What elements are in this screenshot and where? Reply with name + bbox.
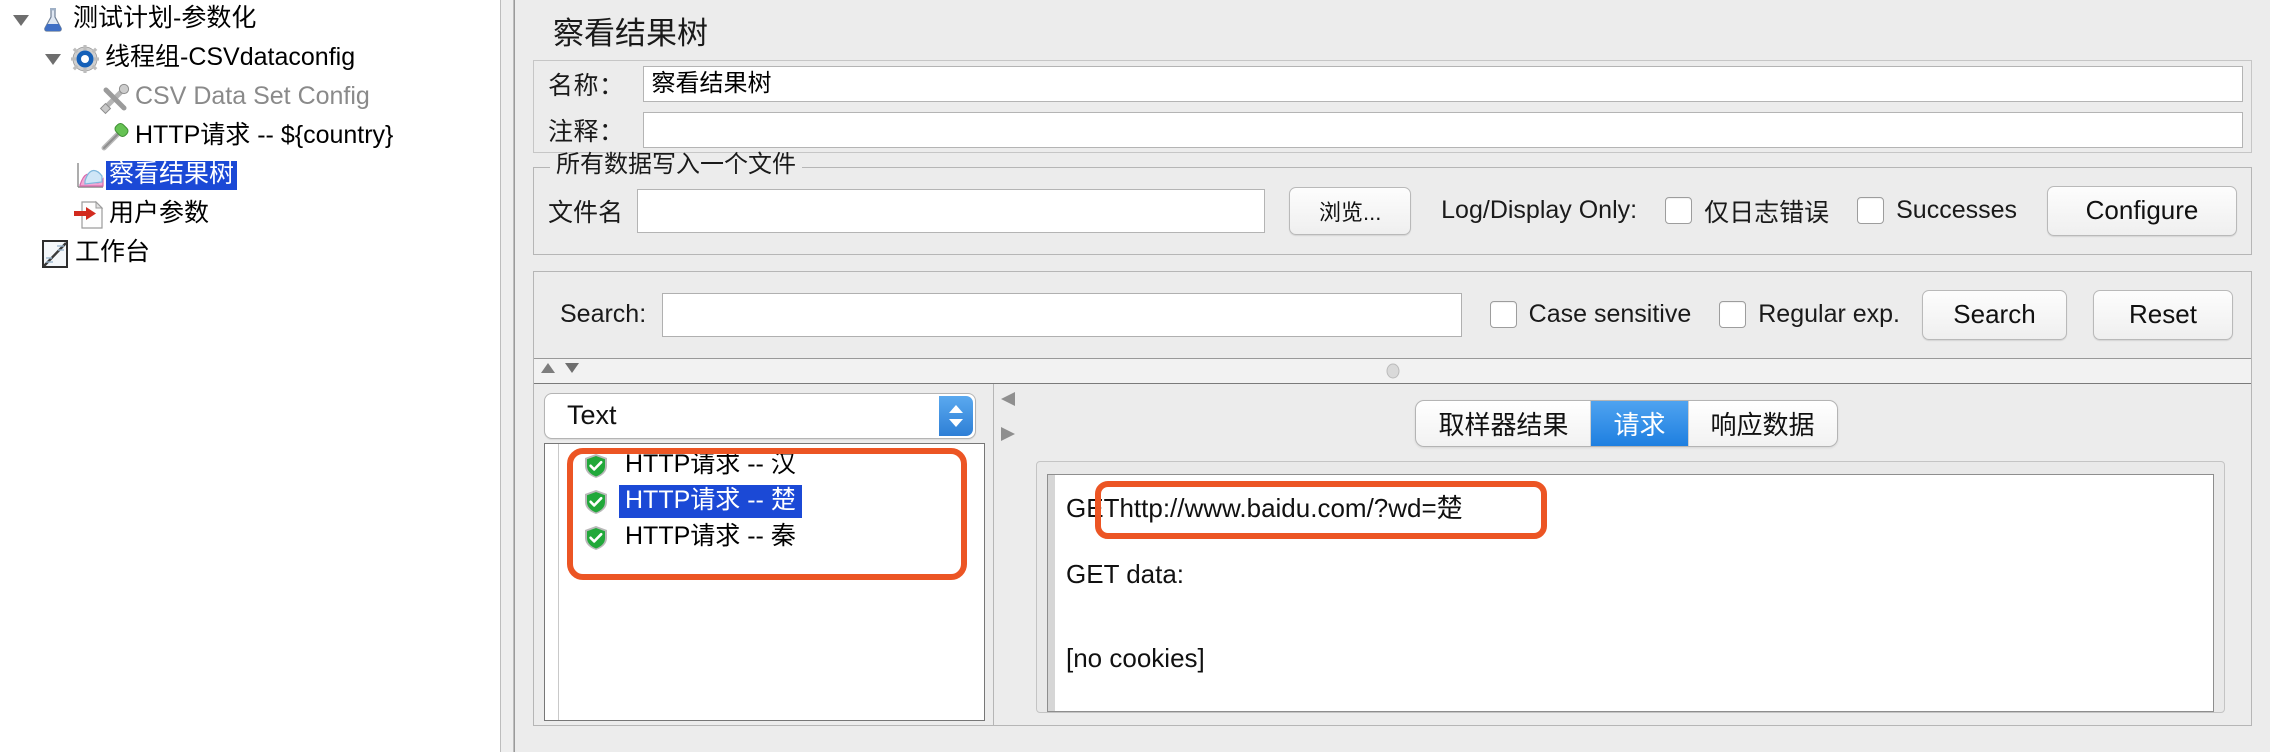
expand-right-icon[interactable] [998,425,1020,448]
comment-label: 注释： [548,117,625,146]
result-row-label: HTTP请求 -- 秦 [625,522,796,551]
result-tree-column: Text HTTP请求 -- 汉 HTTP请求 -- 楚 HTTP请求 -- 秦 [534,383,994,725]
renderer-combo-row: Text [538,389,993,443]
log-display-only-label: Log/Display Only: [1441,196,1638,225]
tab-sampler-result[interactable]: 取样器结果 [1416,400,1592,446]
collapse-left-icon[interactable] [998,390,1020,413]
checkbox-box[interactable] [1719,301,1747,329]
tree-item-label: 工作台 [75,238,151,266]
horizontal-splitter[interactable] [534,357,2251,384]
workbench-icon [38,237,72,271]
tree-item-csv-data-set-config[interactable]: CSV Data Set Config [0,78,492,117]
chart-icon [72,159,106,193]
errors-only-checkbox[interactable]: 仅日志错误 [1665,193,1829,229]
regular-exp-label: Regular exp. [1758,300,1900,329]
tree-item-label: 察看结果树 [106,161,238,190]
view-results-tree-panel: 察看结果树 名称： 察看结果树 注释： 所有数据写入一个文件 文件名 浏览...… [514,0,2270,752]
request-column: 取样器结果 请求 响应数据 GEThttp://www.baidu.com/?w… [994,383,2251,725]
tree-item-label: HTTP请求 -- ${country} [135,121,394,149]
checkbox-box[interactable] [1489,301,1517,329]
result-row-label: HTTP请求 -- 楚 [619,485,802,519]
request-method: GET [1066,492,1120,523]
request-body-text[interactable]: GEThttp://www.baidu.com/?wd=楚 GET data: … [1047,473,2214,712]
tree-item-label: 线程组-CSVdataconfig [105,43,356,71]
comment-row: 注释： [534,108,2251,152]
tree-panel-gutter [492,0,500,752]
tree-item-http-request[interactable]: HTTP请求 -- ${country} [0,117,492,156]
successes-checkbox[interactable]: Successes [1857,196,2017,225]
test-plan-tree[interactable]: 测试计划-参数化 线程组-CSVdataconfig CSV Data Set … [0,0,492,752]
splitter-arrows[interactable] [998,390,1020,448]
result-tree-scrollbar[interactable] [545,443,559,720]
name-comment-box: 名称： 察看结果树 注释： [533,59,2252,153]
filename-label: 文件名 [548,198,624,227]
chevron-down-icon[interactable] [38,48,68,70]
tab-strip: 取样器结果 请求 响应数据 [1415,399,1838,447]
file-group-title: 所有数据写入一个文件 [550,152,802,177]
pipette-icon [98,120,132,154]
cookies-label: [no cookies] [1066,642,1205,673]
reset-button[interactable]: Reset [2093,289,2233,340]
jmeter-window: 测试计划-参数化 线程组-CSVdataconfig CSV Data Set … [0,0,2270,752]
tree-item-label: 测试计划-参数化 [73,4,257,32]
request-url: http://www.baidu.com/?wd=楚 [1119,492,1463,523]
success-icon [583,489,609,515]
chevron-updown-icon[interactable] [939,395,973,436]
result-row[interactable]: HTTP请求 -- 秦 [559,520,984,556]
errors-only-label: 仅日志错误 [1704,198,1830,227]
search-input[interactable] [662,292,1462,337]
result-row[interactable]: HTTP请求 -- 楚 [559,484,984,520]
results-body: Text HTTP请求 -- 汉 HTTP请求 -- 楚 HTTP请求 -- 秦… [534,383,2251,725]
search-row: Search: Case sensitive Regular exp. Sear… [534,272,2251,358]
comment-input[interactable] [642,111,2243,148]
tree-item-label: 用户参数 [109,199,210,227]
result-row-label: HTTP请求 -- 汉 [625,450,796,479]
collapse-down-icon[interactable] [564,361,580,380]
tree-item-test-plan[interactable]: 测试计划-参数化 [0,0,492,39]
page-title: 察看结果树 [553,16,708,51]
case-sensitive-label: Case sensitive [1528,300,1692,329]
renderer-select[interactable]: Text [544,392,976,439]
browse-button[interactable]: 浏览... [1289,186,1412,235]
tree-item-thread-group[interactable]: 线程组-CSVdataconfig [0,39,492,78]
filename-input[interactable] [637,188,1266,233]
tree-item-label: CSV Data Set Config [135,82,370,110]
name-row: 名称： 察看结果树 [534,61,2251,108]
chevron-down-icon[interactable] [6,9,36,31]
case-sensitive-checkbox[interactable]: Case sensitive [1489,300,1692,329]
checkbox-box[interactable] [1857,197,1885,225]
gear-icon [68,42,102,76]
regular-exp-checkbox[interactable]: Regular exp. [1719,300,1900,329]
collapse-up-icon[interactable] [540,361,556,380]
arrow-page-icon [72,198,106,232]
search-label: Search: [560,300,647,329]
name-label: 名称： [548,72,625,101]
success-icon [583,453,609,479]
result-tree-list[interactable]: HTTP请求 -- 汉 HTTP请求 -- 楚 HTTP请求 -- 秦 [559,444,984,720]
result-row[interactable]: HTTP请求 -- 汉 [559,448,984,484]
tree-item-view-results-tree[interactable]: 察看结果树 [0,156,492,195]
request-body-scrollbar[interactable] [1048,474,1055,711]
vertical-splitter[interactable] [500,0,514,752]
get-data-label: GET data: [1066,558,1185,589]
request-tabs: 取样器结果 请求 响应数据 [1002,384,2251,447]
wrench-icon [98,81,132,115]
success-icon [583,525,609,551]
write-all-data-to-file-group: 所有数据写入一个文件 文件名 浏览... Log/Display Only: 仅… [533,152,2252,255]
name-input[interactable]: 察看结果树 [642,66,2243,103]
tab-response-data[interactable]: 响应数据 [1689,401,1837,446]
tree-item-user-parameters[interactable]: 用户参数 [0,195,492,234]
successes-label: Successes [1896,196,2017,225]
tab-request[interactable]: 请求 [1591,400,1689,446]
search-button[interactable]: Search [1922,289,2067,340]
flask-icon [36,3,70,37]
splitter-handle[interactable] [1386,363,1399,379]
result-tree-list-container[interactable]: HTTP请求 -- 汉 HTTP请求 -- 楚 HTTP请求 -- 秦 [544,442,985,721]
results-panel: Search: Case sensitive Regular exp. Sear… [533,270,2252,726]
tree-item-workbench[interactable]: 工作台 [0,234,492,273]
configure-button[interactable]: Configure [2047,185,2237,236]
request-body-outer: GEThttp://www.baidu.com/?wd=楚 GET data: … [1036,460,2225,713]
checkbox-box[interactable] [1665,197,1693,225]
renderer-selected-value: Text [567,400,617,431]
